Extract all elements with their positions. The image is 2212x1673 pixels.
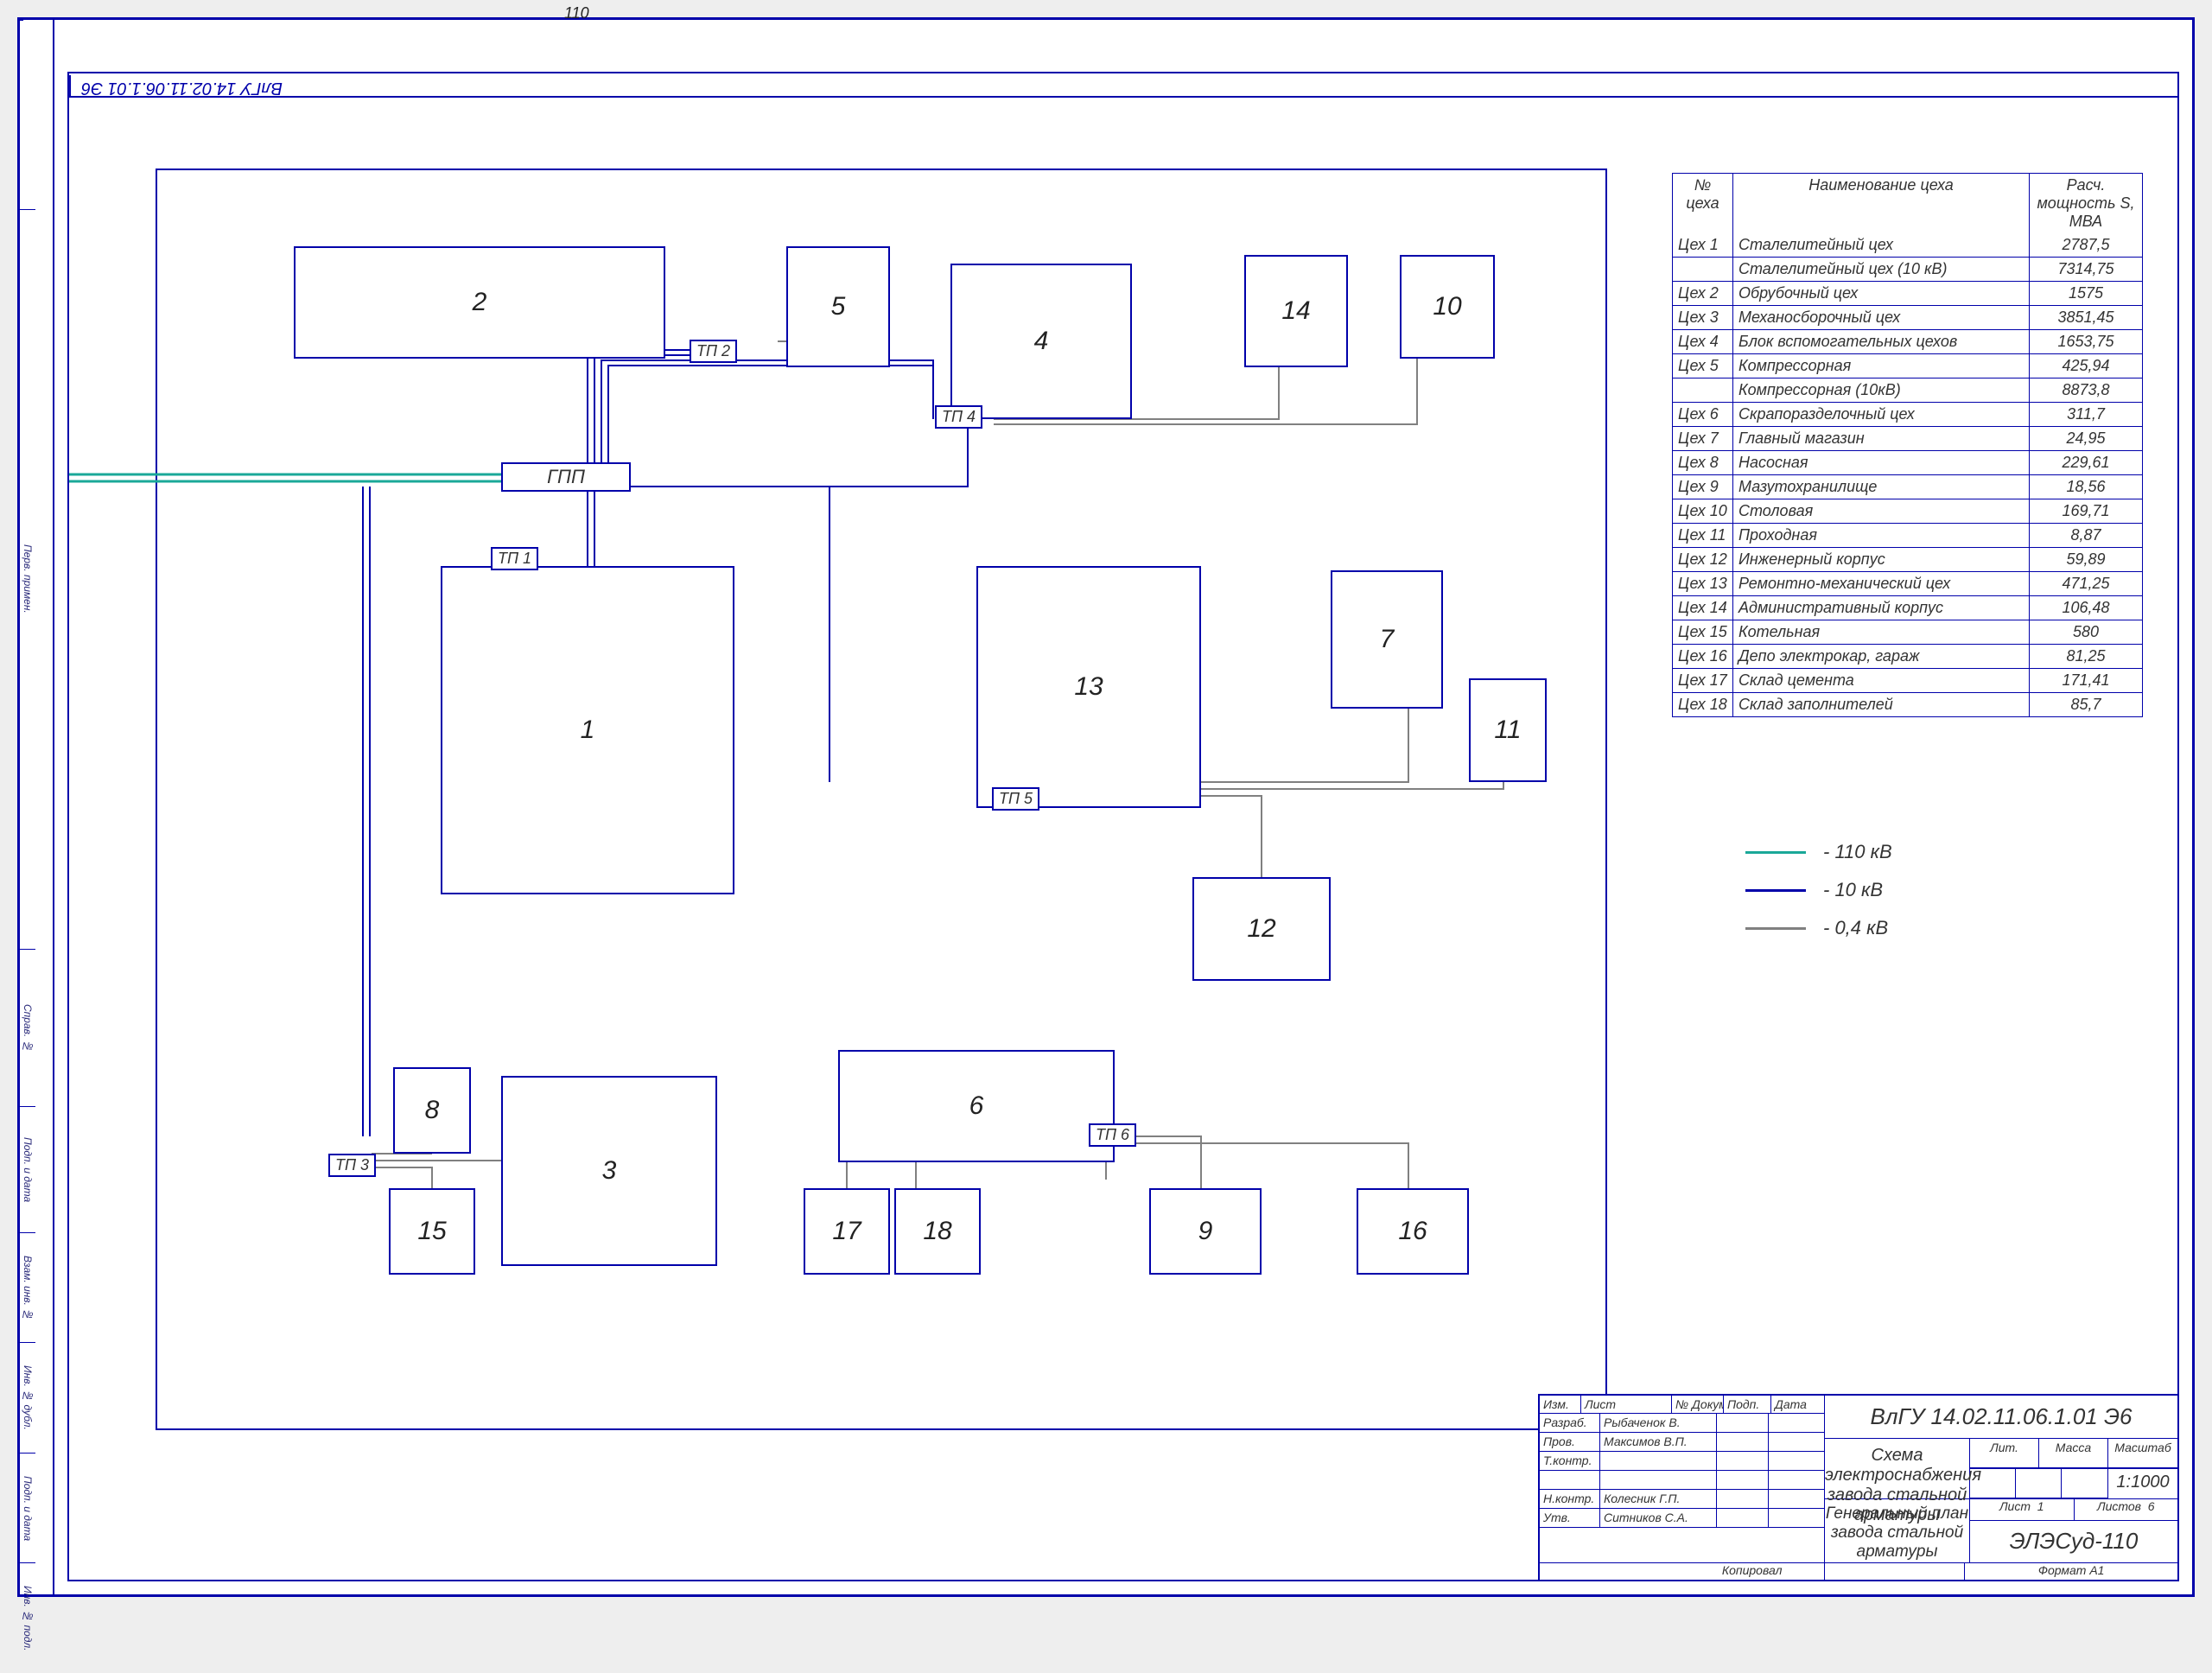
- table-row: Цех 14Административный корпус106,48: [1673, 595, 2142, 620]
- block-3: 3: [501, 1076, 717, 1266]
- table-col1-hdr: № цеха: [1673, 174, 1733, 233]
- block-12: 12: [1192, 877, 1331, 981]
- legend-label: - 10 кВ: [1823, 879, 1883, 901]
- block-7: 7: [1331, 570, 1443, 709]
- side-cell: Подп. и дата: [20, 1106, 35, 1232]
- block-15: 15: [389, 1188, 475, 1275]
- side-cell: Перв. примен.: [20, 209, 35, 949]
- table-col3-hdr: Расч. мощность S, МВА: [2030, 174, 2142, 233]
- table-row: Цех 16Депо электрокар, гараж81,25: [1673, 644, 2142, 668]
- legend-row: - 110 кВ: [1745, 841, 2005, 863]
- gpp-box: ГПП: [501, 462, 631, 492]
- table-row: Цех 8Насосная229,61: [1673, 450, 2142, 474]
- tp-3: ТП 3: [328, 1154, 376, 1177]
- block-4: 4: [950, 264, 1132, 419]
- table-row: Цех 9Мазутохранилище18,56: [1673, 474, 2142, 499]
- side-cell: Взам. инв. №: [20, 1232, 35, 1343]
- page-number: 110: [564, 4, 589, 22]
- side-cell: Инв. № дубл.: [20, 1342, 35, 1453]
- table-row: Цех 7Главный магазин24,95: [1673, 426, 2142, 450]
- inner-frame: ВлГУ 14.02.11.06.1.01 Э6: [67, 72, 2179, 1581]
- side-cell: Инв. № подл.: [20, 1562, 35, 1673]
- table-row: Цех 1Сталелитейный цех2787,5: [1673, 233, 2142, 257]
- legend-row: - 10 кВ: [1745, 879, 2005, 901]
- table-row: Цех 17Склад цемента171,41: [1673, 668, 2142, 692]
- block-17: 17: [804, 1188, 890, 1275]
- block-8: 8: [393, 1067, 471, 1154]
- table-col2-hdr: Наименование цеха: [1733, 174, 2030, 233]
- legend-line-04: [1745, 927, 1806, 930]
- legend-row: - 0,4 кВ: [1745, 917, 2005, 939]
- block-2: 2: [294, 246, 665, 359]
- tp-5: ТП 5: [992, 787, 1039, 811]
- table-row: Компрессорная (10кВ)8873,8: [1673, 378, 2142, 402]
- table-row: Цех 11Проходная8,87: [1673, 523, 2142, 547]
- legend-line-110: [1745, 851, 1806, 854]
- side-cell: Подп. и дата: [20, 1453, 35, 1563]
- tp-6: ТП 6: [1089, 1123, 1136, 1147]
- block-1: 1: [441, 566, 734, 894]
- block-9: 9: [1149, 1188, 1262, 1275]
- block-11: 11: [1469, 678, 1547, 782]
- block-13: 13: [976, 566, 1201, 808]
- side-cell: Справ. №: [20, 949, 35, 1106]
- table-row: Цех 15Котельная580: [1673, 620, 2142, 644]
- table-row: Цех 5Компрессорная425,94: [1673, 353, 2142, 378]
- table-row: Цех 10Столовая169,71: [1673, 499, 2142, 523]
- block-6: 6: [838, 1050, 1115, 1162]
- tp-1: ТП 1: [491, 547, 538, 570]
- table-row: Цех 4Блок вспомогательных цехов1653,75: [1673, 329, 2142, 353]
- table-row: Цех 6Скрапоразделочный цех311,7: [1673, 402, 2142, 426]
- block-14: 14: [1244, 255, 1348, 367]
- block-18: 18: [894, 1188, 981, 1275]
- block-16: 16: [1357, 1188, 1469, 1275]
- legend-label: - 0,4 кВ: [1823, 917, 1888, 939]
- block-10: 10: [1400, 255, 1495, 359]
- side-stamp-column: Перв. примен. Справ. № Подп. и дата Взам…: [20, 20, 54, 1594]
- side-cell: [20, 20, 23, 209]
- table-row: Цех 18Склад заполнителей85,7: [1673, 692, 2142, 716]
- legend-label: - 110 кВ: [1823, 841, 1892, 863]
- workshop-table: № цеха Наименование цеха Расч. мощность …: [1672, 173, 2143, 717]
- table-row: Сталелитейный цех (10 кВ)7314,75: [1673, 257, 2142, 281]
- drawing-sheet: 1 10 Перв. примен. Справ. № Подп. и дата …: [17, 17, 2195, 1597]
- tp-2: ТП 2: [690, 340, 737, 363]
- legend-line-10: [1745, 889, 1806, 892]
- table-row: Цех 3Механосборочный цех3851,45: [1673, 305, 2142, 329]
- block-5: 5: [786, 246, 890, 367]
- voltage-legend: - 110 кВ - 10 кВ - 0,4 кВ: [1745, 825, 2005, 955]
- table-row: Цех 13Ремонтно-механический цех471,25: [1673, 571, 2142, 595]
- table-row: Цех 12Инженерный корпус59,89: [1673, 547, 2142, 571]
- table-row: Цех 2Обрубочный цех1575: [1673, 281, 2142, 305]
- tp-4: ТП 4: [935, 405, 982, 429]
